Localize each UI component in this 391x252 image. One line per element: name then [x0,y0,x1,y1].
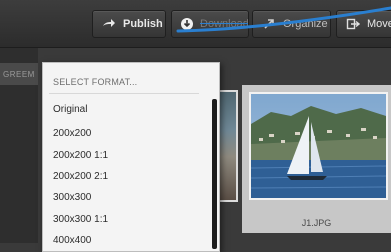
format-dropdown[interactable]: SELECT FORMAT... Original 200x200 200x20… [42,62,220,252]
format-option[interactable]: 200x200 1:1 [53,148,203,164]
download-icon [180,16,194,32]
dropdown-scrollbar[interactable] [212,99,217,249]
publish-button[interactable]: Publish [92,10,166,38]
download-button[interactable]: Download [171,10,249,38]
format-option[interactable]: 300x300 1:1 [53,212,203,228]
format-option[interactable]: 400x400 [53,233,203,249]
move-out-icon [345,16,361,32]
dropdown-divider [49,93,199,94]
organize-button[interactable]: Organize [252,10,331,38]
format-option[interactable]: Original [53,102,203,118]
sidebar-tag[interactable]: GREEM [0,63,42,85]
arrow-right-icon [101,16,117,32]
download-label: Download [200,18,249,30]
publish-label: Publish [123,18,163,30]
move-button[interactable]: Move [336,10,391,38]
move-label: Move [367,18,391,30]
sidebar-tag-label: GREEM [3,69,35,79]
top-toolbar: Publish Download Organize Move [0,0,391,48]
gallery-thumbnail-sailboat[interactable] [249,92,388,200]
thumbnail-caption: J1.JPG [301,218,332,228]
arrow-icon [261,16,277,32]
format-option[interactable]: 300x300 [53,190,203,206]
organize-label: Organize [283,18,328,30]
format-option[interactable]: 200x200 2:1 [53,169,203,185]
format-option[interactable]: 200x200 [53,126,203,142]
dropdown-header: SELECT FORMAT... [53,77,138,87]
